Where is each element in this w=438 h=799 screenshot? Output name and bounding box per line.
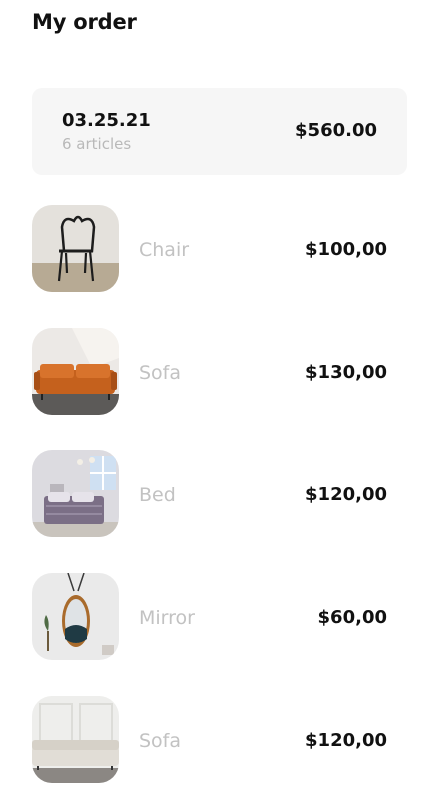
item-name: Bed xyxy=(139,484,176,506)
item-price: $60,00 xyxy=(317,607,387,628)
round-mirror-photo xyxy=(32,573,119,660)
list-item[interactable]: Sofa $130,00 xyxy=(32,328,387,416)
item-name: Sofa xyxy=(139,730,182,752)
item-name: Sofa xyxy=(139,362,182,384)
item-price: $120,00 xyxy=(305,484,387,505)
item-price: $130,00 xyxy=(305,362,387,383)
item-price: $100,00 xyxy=(305,239,387,260)
item-name: Mirror xyxy=(139,607,195,629)
orange-sofa-photo xyxy=(32,328,119,415)
list-item[interactable]: Chair $100,00 xyxy=(32,205,387,293)
chair-photo xyxy=(32,205,119,292)
list-item[interactable]: Bed $120,00 xyxy=(32,450,387,538)
item-name: Chair xyxy=(139,239,190,261)
list-item[interactable]: Mirror $60,00 xyxy=(32,573,387,661)
bed-photo xyxy=(32,450,119,537)
item-price: $120,00 xyxy=(305,730,387,751)
order-item-list: Chair $100,00 Sofa $130,00 Bed $120,00 M… xyxy=(0,0,438,799)
white-sofa-photo xyxy=(32,696,119,783)
list-item[interactable]: Sofa $120,00 xyxy=(32,696,387,784)
